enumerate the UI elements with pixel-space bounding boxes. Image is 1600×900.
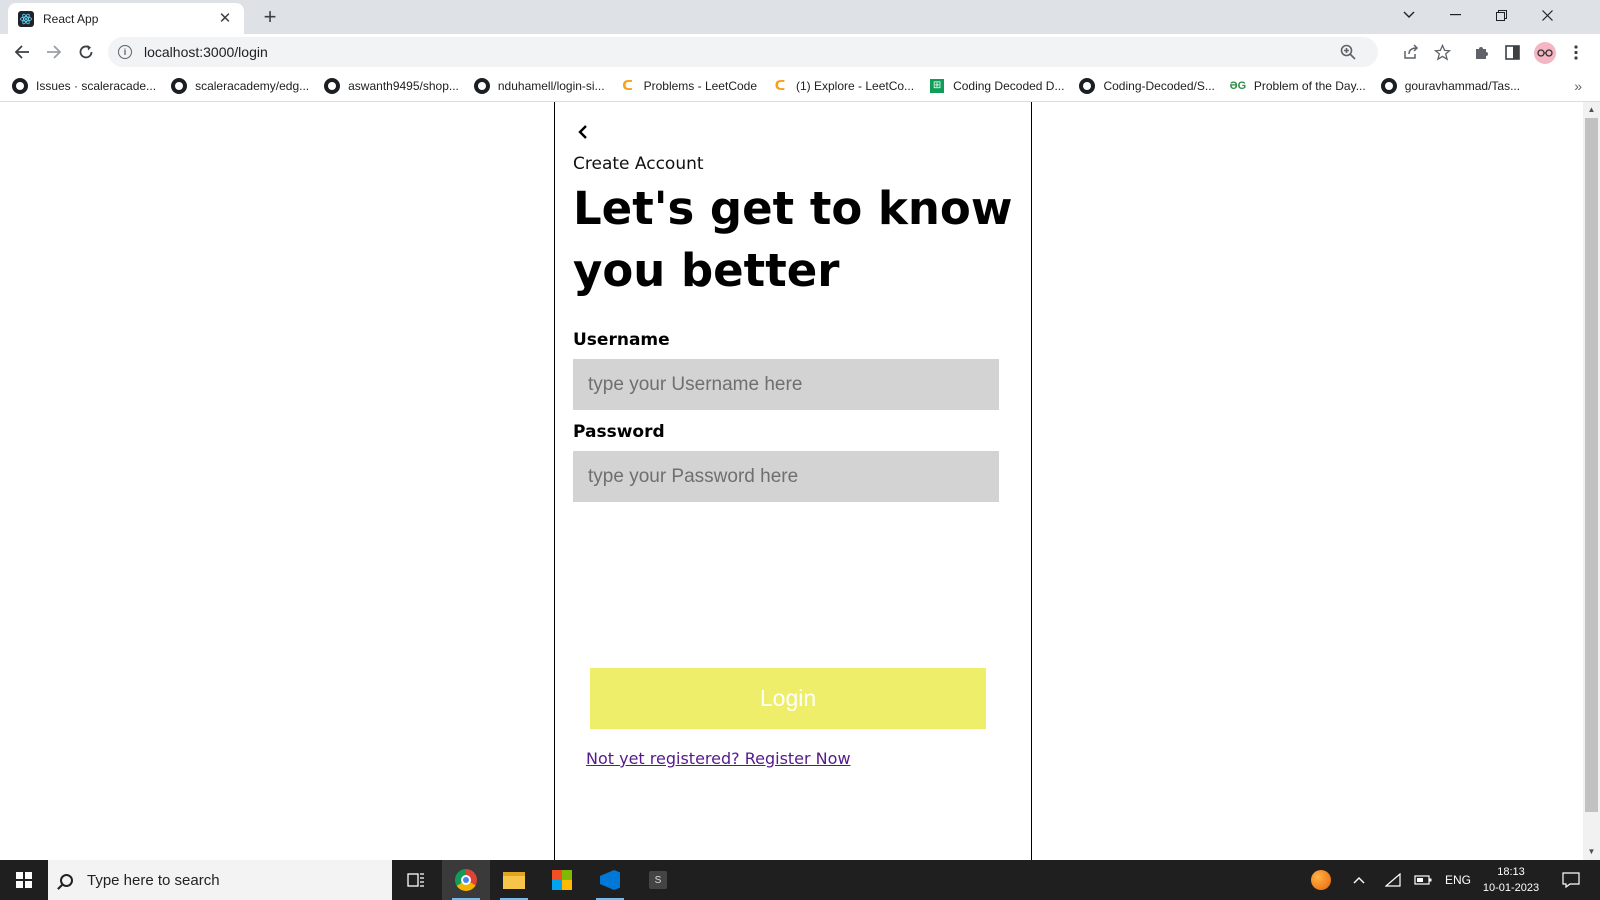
bookmark-label: Coding Decoded D... [953,78,1065,93]
page-kicker: Create Account [573,154,704,174]
page-title: Let's get to know you better [573,182,1013,297]
s-app-icon[interactable]: S [634,860,682,900]
bookmark-label: Problem of the Day... [1253,78,1366,93]
tab-title: React App [43,11,99,26]
bookmark-label: nduhamell/login-si... [497,78,605,93]
search-placeholder: Type here to search [87,871,220,889]
github-icon [1380,77,1397,94]
leetcode-icon: ᑕ [774,77,786,93]
chevron-up-icon[interactable] [1346,860,1372,900]
register-link[interactable]: Not yet registered? Register Now [586,749,851,768]
vscode-icon[interactable] [586,860,634,900]
notifications-icon[interactable] [1556,860,1586,900]
bookmark-item[interactable]: Coding-Decoded/S... [1079,77,1215,94]
page-viewport: Create Account Let's get to know you bet… [0,102,1600,872]
zoom-icon[interactable] [1340,37,1356,67]
gfg-icon: ƏG [1229,79,1247,92]
reload-icon[interactable] [72,38,100,66]
windows-taskbar: Type here to search S ENG 18:13 10-01-20… [0,860,1600,900]
back-icon[interactable] [8,38,36,66]
bookmark-label: aswanth9495/shop... [348,78,459,93]
bookmark-label: scaleracademy/edg... [195,78,310,93]
menu-kebab-icon[interactable] [1562,38,1590,66]
share-icon[interactable] [1397,38,1425,66]
chrome-taskbar-icon[interactable] [442,860,490,900]
clock-time: 18:13 [1497,866,1525,878]
browser-tab[interactable]: React App ✕ [8,3,244,34]
page-scrollbar[interactable]: ▲ ▼ [1583,102,1600,860]
office-app-icon[interactable] [538,860,586,900]
tab-strip: React App ✕ + [0,0,1600,34]
clock-date: 10-01-2023 [1482,882,1540,894]
battery-icon[interactable] [1410,860,1436,900]
url-text: localhost:3000/login [144,44,268,60]
scrollbar-thumb[interactable] [1585,118,1598,812]
extensions-icon[interactable] [1467,38,1495,66]
bookmark-item[interactable]: ᑕ (1) Explore - LeetCo... [772,78,914,94]
github-icon [171,77,188,94]
leetcode-icon: ᑕ [622,77,633,93]
close-window-icon[interactable] [1524,0,1570,30]
back-arrow-icon[interactable] [577,122,597,146]
new-tab-button[interactable]: + [258,5,282,29]
site-info-icon[interactable]: i [118,45,132,59]
file-explorer-icon[interactable] [490,860,538,900]
bookmark-item[interactable]: gouravhammad/Tas... [1380,77,1521,94]
bookmark-item[interactable]: ƏG Problem of the Day... [1230,78,1366,94]
wifi-icon[interactable] [1380,860,1406,900]
bookmark-item[interactable]: aswanth9495/shop... [324,77,459,94]
bookmarks-bar: Issues · scaleracade... scaleracademy/ed… [0,70,1600,102]
bookmark-label: Issues · scaleracade... [36,78,157,93]
github-icon [473,77,490,94]
search-icon [60,873,73,887]
bookmark-label: gouravhammad/Tas... [1404,78,1521,93]
start-button[interactable] [0,860,48,900]
tab-close-icon[interactable]: ✕ [216,10,234,28]
password-label: Password [573,422,665,442]
scroll-up-icon[interactable]: ▲ [1583,102,1600,118]
task-view-icon[interactable] [392,860,440,900]
system-clock[interactable]: 18:13 10-01-2023 [1480,864,1542,896]
address-bar[interactable]: i localhost:3000/login [108,37,1378,67]
scroll-down-icon[interactable]: ▼ [1583,844,1600,860]
forward-icon[interactable] [40,38,68,66]
bookmark-star-icon[interactable] [1428,38,1456,66]
username-label: Username [573,330,670,350]
sheets-icon: ⊞ [929,78,945,94]
login-card: Create Account Let's get to know you bet… [554,102,1032,872]
profile-avatar[interactable] [1534,42,1556,64]
password-input[interactable] [573,451,999,502]
side-panel-icon[interactable] [1498,38,1526,66]
bookmark-label: Coding-Decoded/S... [1103,78,1215,93]
orange-app-icon[interactable] [1306,860,1336,900]
bookmark-item[interactable]: Issues · scaleracade... [12,77,157,94]
language-indicator[interactable]: ENG [1440,860,1476,900]
react-icon [18,10,34,27]
github-icon [324,77,341,94]
browser-toolbar: i localhost:3000/login [0,34,1600,70]
bookmark-item[interactable]: ᑕ Problems - LeetCode [620,78,757,94]
github-icon [12,77,28,94]
bookmark-item[interactable]: nduhamell/login-si... [473,77,605,94]
bookmark-item[interactable]: ⊞ Coding Decoded D... [929,78,1064,94]
restore-icon[interactable] [1478,0,1524,30]
bookmarks-overflow-icon[interactable]: » [1574,78,1582,94]
tab-search-icon[interactable] [1386,0,1432,30]
github-icon [1079,77,1096,94]
bookmark-label: (1) Explore - LeetCo... [796,78,915,93]
taskbar-search[interactable]: Type here to search [48,860,392,900]
windows-logo-icon [16,872,32,888]
login-button[interactable]: Login [590,668,986,729]
bookmark-label: Problems - LeetCode [643,78,757,93]
bookmark-item[interactable]: scaleracademy/edg... [171,77,310,94]
minimize-icon[interactable] [1432,0,1478,30]
username-input[interactable] [573,359,999,410]
